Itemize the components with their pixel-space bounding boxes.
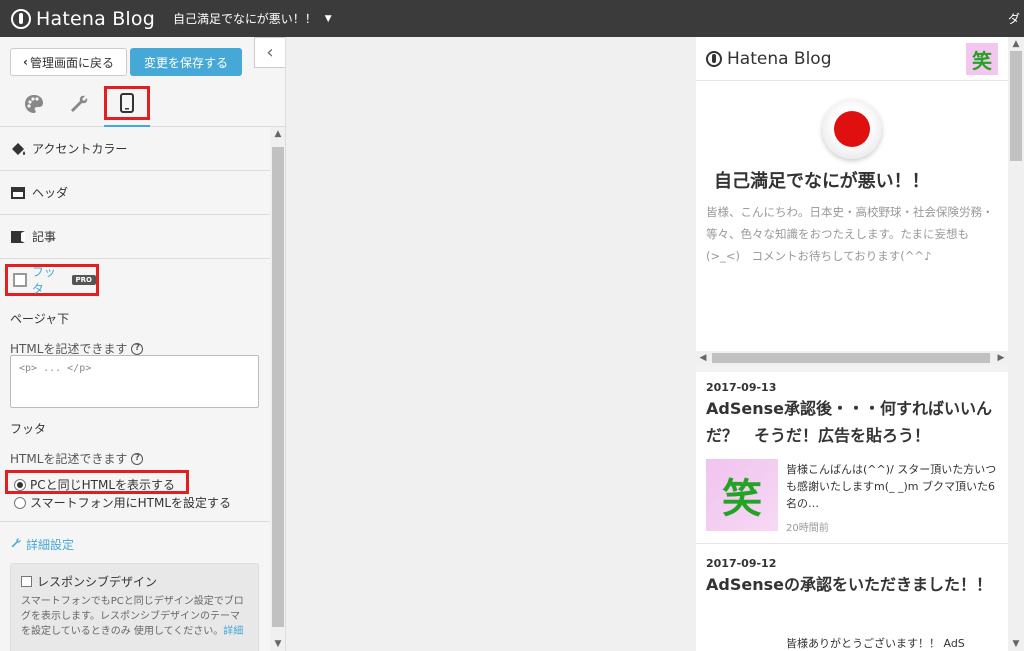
advanced-settings-label: 詳細設定	[26, 538, 75, 552]
tab-customize[interactable]	[63, 88, 95, 120]
save-changes-button[interactable]: 変更を保存する	[130, 48, 242, 76]
preview-vscrollbar-thumb[interactable]	[1010, 51, 1022, 161]
scroll-left-arrow-icon[interactable]: ◀	[696, 351, 710, 365]
hatena-logo-text[interactable]: Hatena Blog	[36, 8, 155, 30]
post-time: 20時間前	[786, 523, 829, 534]
radio-unselected-icon	[14, 496, 26, 509]
smartphone-icon	[120, 93, 134, 113]
blog-icon	[822, 99, 882, 159]
responsive-design-checkbox[interactable]: レスポンシブデザイン	[21, 573, 248, 590]
radio-label: スマートフォン用にHTMLを設定する	[30, 496, 232, 510]
responsive-description: スマートフォンでもPCと同じデザイン設定でブログを表示します。レスポンシブデザイ…	[21, 594, 248, 639]
section-header[interactable]: ヘッダ	[0, 171, 270, 215]
footer-section-label: フッタ	[31, 265, 56, 296]
scroll-up-arrow-icon[interactable]: ▲	[1008, 37, 1024, 51]
wrench-icon	[10, 537, 22, 552]
article-layout-icon	[10, 230, 26, 244]
pager-bottom-html-textarea[interactable]: <p> ... </p>	[10, 355, 259, 408]
help-icon[interactable]: ?	[131, 452, 144, 465]
help-icon[interactable]: ?	[131, 342, 144, 355]
tab-smartphone[interactable]	[104, 86, 150, 120]
preview-blog-description: 皆様、こんにちわ。日本史・高校野球・社会保険労務・等々、色々な知識をおつたえしま…	[706, 205, 994, 263]
post-excerpt: 皆様こんばんは(^^)/ スター頂いた方いつも感謝いたしますm(_ _)m ブク…	[786, 463, 997, 510]
list-item: 2017-09-12 AdSenseの承認をいただきました！！ 皆様ありがとうご…	[696, 555, 1008, 651]
advanced-settings-link[interactable]: 詳細設定	[10, 536, 74, 553]
panel-scrollbar-thumb[interactable]	[272, 147, 284, 627]
paint-bucket-icon	[10, 142, 26, 156]
post-title[interactable]: AdSense承認後・・・何すればいいんだ？ そうだ！広告を貼ろう！	[706, 395, 1002, 449]
footer-layout-icon	[13, 273, 27, 287]
collapse-panel-button[interactable]: ‹	[254, 37, 285, 68]
wrench-icon	[71, 95, 88, 112]
avatar[interactable]: 笑	[966, 43, 998, 75]
radio-selected-icon	[14, 478, 26, 491]
rising-sun-icon	[834, 111, 870, 147]
section-label: アクセントカラー	[32, 142, 128, 156]
post-date: 2017-09-12	[706, 557, 777, 570]
smartphone-preview: Hatena Blog 笑 自己満足でなにが悪い！！ 皆様、こんにちわ。日本史・…	[696, 37, 1024, 651]
scroll-right-arrow-icon[interactable]: ▶	[994, 351, 1008, 365]
settings-tabs	[0, 83, 285, 128]
preview-blog-title[interactable]: 自己満足でなにが悪い！！	[714, 167, 930, 193]
top-right-text[interactable]: ダ	[1008, 10, 1020, 27]
scroll-up-arrow-icon[interactable]: ▲	[270, 127, 285, 141]
post-excerpt: 皆様ありがとうございます！！ AdS	[786, 637, 965, 650]
post-title[interactable]: AdSenseの承認をいただきました！！	[706, 571, 1002, 598]
back-to-admin-button[interactable]: ‹ 管理画面に戻る	[10, 48, 127, 76]
responsive-detail-link[interactable]: 詳細	[223, 626, 243, 637]
list-item: 2017-09-13 AdSense承認後・・・何すればいいんだ？ そうだ！広告…	[696, 379, 1008, 543]
divider	[696, 543, 1008, 544]
blog-selector[interactable]: 自己満足でなにが悪い！！	[173, 10, 317, 27]
chevron-left-icon: ‹	[23, 55, 28, 69]
scroll-down-arrow-icon[interactable]: ▼	[270, 637, 285, 651]
checkbox-icon	[21, 576, 32, 587]
header-layout-icon	[10, 186, 26, 200]
top-bar: Hatena Blog 自己満足でなにが悪い！！ ▼ ダ	[0, 0, 1024, 37]
pager-bottom-heading: ページャ下	[10, 312, 70, 326]
html-hint-text: HTMLを記述できます	[10, 452, 128, 466]
radio-label: PCと同じHTMLを表示する	[30, 478, 176, 492]
palette-icon	[25, 95, 43, 113]
post-date: 2017-09-13	[706, 381, 777, 394]
preview-logo-text[interactable]: Hatena Blog	[727, 49, 832, 69]
section-label: 記事	[32, 230, 57, 244]
chevron-left-icon: ‹	[266, 42, 274, 63]
pro-badge: PRO	[71, 275, 96, 285]
responsive-design-box: レスポンシブデザイン スマートフォンでもPCと同じデザイン設定でブログを表示しま…	[10, 563, 259, 651]
radio-same-as-pc[interactable]: PCと同じHTMLを表示する	[14, 476, 175, 493]
tab-design[interactable]	[18, 88, 50, 120]
section-separator	[696, 365, 1008, 372]
hatena-logo-icon[interactable]	[11, 8, 31, 29]
back-button-label: 管理画面に戻る	[29, 55, 114, 70]
html-hint-footer: HTMLを記述できます ?	[10, 450, 144, 467]
hatena-logo-icon[interactable]	[706, 50, 722, 67]
preview-hscrollbar-thumb[interactable]	[712, 353, 990, 363]
radio-custom-smartphone[interactable]: スマートフォン用にHTMLを設定する	[14, 494, 231, 511]
divider	[0, 521, 270, 522]
chevron-down-icon[interactable]: ▼	[325, 14, 332, 24]
section-label: ヘッダ	[32, 186, 69, 200]
preview-header: Hatena Blog 笑	[696, 37, 1008, 81]
design-settings-panel: ‹ 管理画面に戻る 変更を保存する ‹ アクセントカラー ヘッダ 記事 フッタ …	[0, 37, 286, 651]
scroll-down-arrow-icon[interactable]: ▼	[1008, 637, 1024, 651]
section-article[interactable]: 記事	[0, 215, 270, 259]
post-thumbnail[interactable]: 笑	[706, 459, 778, 531]
section-accent-color[interactable]: アクセントカラー	[0, 127, 270, 171]
section-footer[interactable]: フッタ PRO	[5, 264, 99, 296]
footer-heading: フッタ	[10, 422, 47, 436]
responsive-desc-text: スマートフォンでもPCと同じデザイン設定でブログを表示します。レスポンシブデザイ…	[21, 596, 244, 637]
settings-scroll-area: アクセントカラー ヘッダ 記事 フッタ PRO ページャ下 HTMLを記述できま…	[0, 127, 285, 651]
responsive-label: レスポンシブデザイン	[37, 575, 158, 589]
